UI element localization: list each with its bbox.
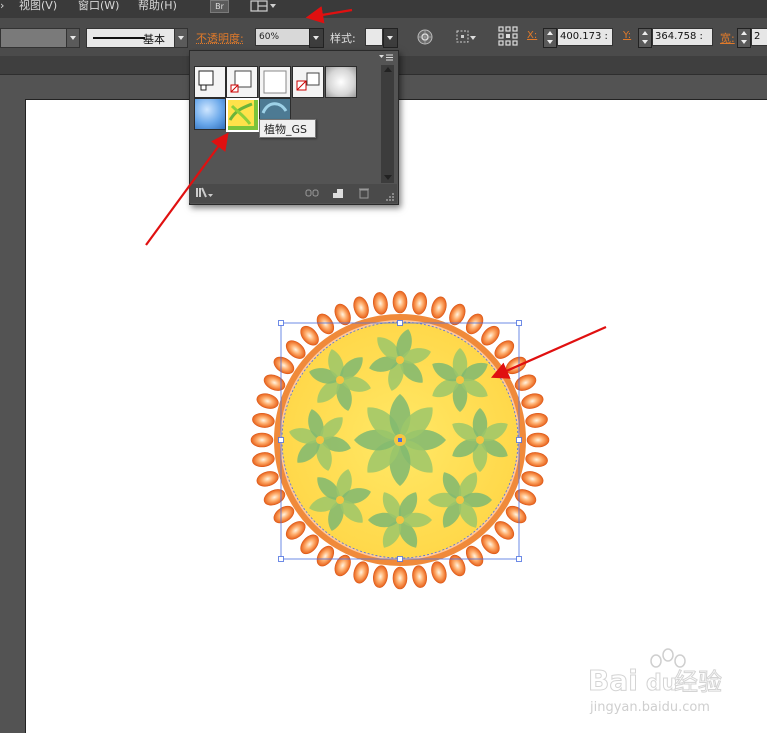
border-bead xyxy=(256,471,279,487)
border-bead xyxy=(431,561,447,584)
border-bead xyxy=(334,303,351,326)
border-bead xyxy=(525,412,548,428)
y-position-input[interactable]: 364.758 : xyxy=(652,28,713,46)
resize-grip-icon[interactable] xyxy=(385,192,395,202)
border-bead xyxy=(392,290,408,314)
panel-footer xyxy=(189,184,397,203)
border-bead xyxy=(250,432,274,448)
style-swatch-blue-gradient[interactable] xyxy=(194,98,226,130)
border-bead xyxy=(256,393,279,409)
style-swatch-none-stroke[interactable] xyxy=(226,66,258,98)
panel-scrollbar[interactable] xyxy=(381,65,394,183)
stroke-profile-label: 基本 xyxy=(143,33,165,46)
style-swatch-plant-gs[interactable] xyxy=(226,98,260,132)
recolor-artwork-icon[interactable] xyxy=(416,28,434,46)
border-bead xyxy=(431,296,447,319)
style-swatch-white[interactable] xyxy=(259,66,291,98)
arrange-documents-icon[interactable] xyxy=(250,0,278,12)
stroke-weight-dropdown[interactable] xyxy=(0,28,80,48)
style-swatch-outline[interactable] xyxy=(292,66,324,98)
border-bead xyxy=(525,452,548,468)
border-bead xyxy=(521,393,544,409)
swatch-tooltip: 植物_GS xyxy=(259,119,316,138)
style-swatch-teal-swirl[interactable] xyxy=(259,98,291,120)
watermark-product: 经验 xyxy=(674,668,722,696)
chevron-down-icon[interactable] xyxy=(66,29,79,47)
y-position-label: Y: xyxy=(623,30,632,41)
menu-window[interactable]: 窗口(W) xyxy=(78,0,119,14)
border-bead xyxy=(372,292,388,315)
y-stepper[interactable] xyxy=(638,28,652,48)
menu-help[interactable]: 帮助(H) xyxy=(138,0,177,14)
flower-center xyxy=(316,436,324,444)
stroke-line-preview xyxy=(93,37,145,39)
width-stepper[interactable] xyxy=(737,28,751,48)
border-bead xyxy=(514,489,537,506)
opacity-dropdown[interactable] xyxy=(309,28,324,48)
border-bead xyxy=(252,452,275,468)
border-bead xyxy=(526,432,550,448)
trash-icon[interactable] xyxy=(357,187,371,199)
reference-point-icon[interactable] xyxy=(497,25,519,47)
flower-center xyxy=(396,516,404,524)
border-bead xyxy=(521,471,544,487)
menu-view[interactable]: 视图(V) xyxy=(19,0,57,14)
x-position-label: X: xyxy=(527,30,538,41)
menu-bar: › 视图(V) 窗口(W) 帮助(H) Br xyxy=(0,0,767,17)
x-position-input[interactable]: 400.173 : xyxy=(557,28,613,46)
watermark-brand-du: du xyxy=(646,671,677,696)
width-label: 宽: xyxy=(720,32,735,45)
border-bead xyxy=(372,565,388,588)
graphic-style-swatch[interactable] xyxy=(365,28,383,46)
center-point xyxy=(398,438,402,442)
border-bead xyxy=(353,561,369,584)
border-bead xyxy=(449,303,466,326)
border-bead xyxy=(263,489,286,506)
border-bead xyxy=(412,565,428,588)
style-library-icon[interactable] xyxy=(195,187,215,199)
flower-center xyxy=(336,376,344,384)
baidu-jingyan-watermark: Bai du 经验 jingyan.baidu.com xyxy=(588,648,723,715)
border-bead xyxy=(334,554,351,577)
new-style-icon[interactable] xyxy=(331,187,345,199)
chevron-down-icon[interactable] xyxy=(174,29,187,47)
variable-width-profile-select[interactable]: 基本 xyxy=(86,28,188,48)
width-input[interactable]: 2 xyxy=(751,28,767,46)
flower-center xyxy=(336,496,344,504)
break-link-icon[interactable] xyxy=(305,187,319,199)
x-stepper[interactable] xyxy=(543,28,557,48)
border-bead xyxy=(252,412,275,428)
align-dropdown-icon[interactable] xyxy=(455,28,477,46)
menu-edge-glyph: › xyxy=(0,0,5,12)
watermark-url: jingyan.baidu.com xyxy=(589,700,710,715)
selected-circle-artwork[interactable] xyxy=(250,290,550,590)
flower-center xyxy=(456,496,464,504)
graphic-style-dropdown[interactable] xyxy=(383,28,398,48)
panel-menu-icon[interactable] xyxy=(378,53,394,61)
flower-center xyxy=(396,356,404,364)
style-label: 样式: xyxy=(330,32,356,45)
border-bead xyxy=(412,292,428,315)
watermark-brand: Bai xyxy=(588,664,638,697)
opacity-input[interactable]: 60% xyxy=(255,28,312,46)
opacity-label[interactable]: 不透明度: xyxy=(196,30,244,46)
flower-center xyxy=(456,376,464,384)
style-swatch-default[interactable] xyxy=(194,66,226,98)
bridge-button[interactable]: Br xyxy=(210,0,229,13)
border-bead xyxy=(392,566,408,590)
flower-center xyxy=(476,436,484,444)
border-bead xyxy=(449,554,466,577)
border-bead xyxy=(353,296,369,319)
border-bead xyxy=(263,374,286,391)
border-bead xyxy=(514,374,537,391)
style-swatch-gray-gradient[interactable] xyxy=(325,66,357,98)
